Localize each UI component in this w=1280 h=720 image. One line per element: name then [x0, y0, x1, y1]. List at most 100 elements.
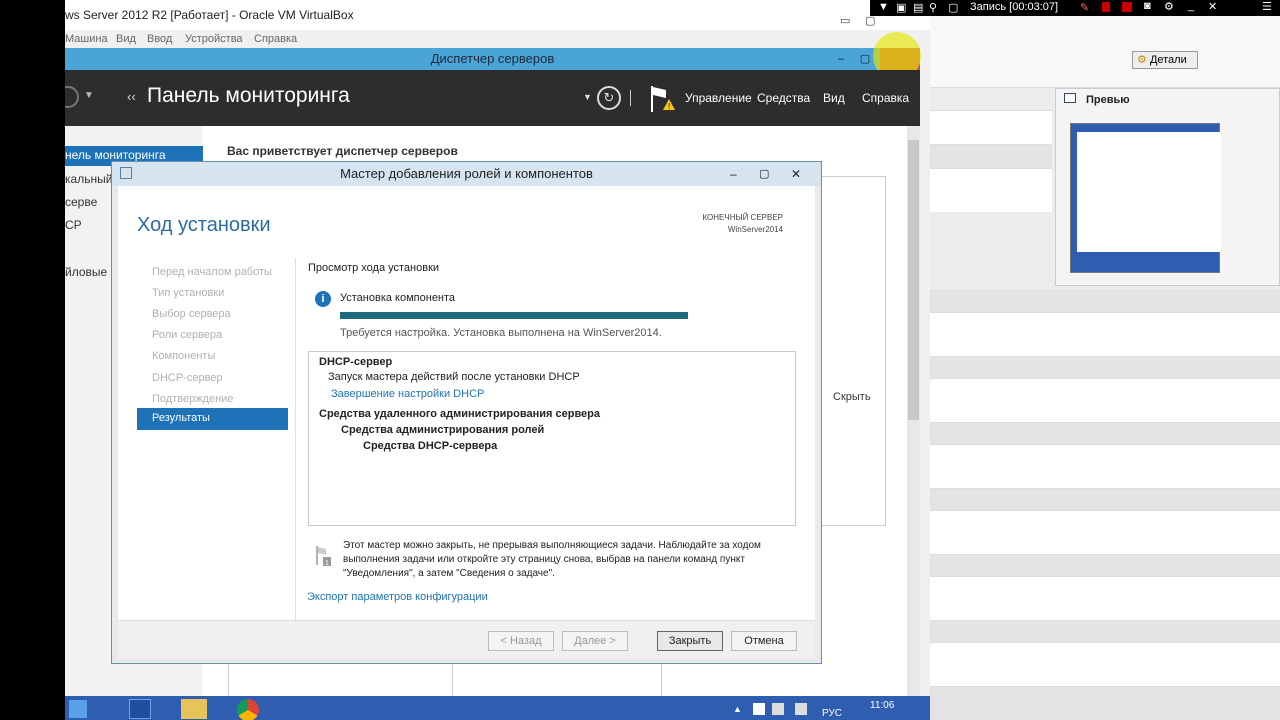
- preview-icon: [1064, 93, 1076, 103]
- step-server-roles[interactable]: Роли сервера: [152, 329, 222, 341]
- zoom-icon[interactable]: ⚲: [929, 1, 937, 14]
- welcome-text: Вас приветствует диспетчер серверов: [227, 144, 458, 158]
- destination-server: КОНЕЧНЫЙ СЕРВЕР WinServer2014: [702, 212, 783, 236]
- next-button[interactable]: Далее >: [562, 631, 628, 651]
- notifications-flag-icon[interactable]: !: [650, 84, 676, 114]
- list-item: [930, 312, 1280, 356]
- sm-minimize-button[interactable]: –: [833, 51, 849, 67]
- chrome-icon[interactable]: [237, 699, 259, 720]
- list-item: [930, 488, 1280, 510]
- wizard-title-bar: Мастер добавления ролей и компонентов – …: [112, 162, 821, 186]
- menu-tools[interactable]: Средства: [757, 91, 810, 105]
- progress-bar: [340, 312, 688, 319]
- menu-sm-view[interactable]: Вид: [823, 91, 845, 105]
- results-list: DHCP-сервер Запуск мастера действий посл…: [308, 351, 796, 526]
- clock[interactable]: 11:06: [870, 700, 894, 711]
- menu-sm-help[interactable]: Справка: [862, 91, 909, 105]
- menu-help[interactable]: Справка: [254, 33, 297, 45]
- taskbar: ▲ РУС 11:06: [65, 696, 930, 720]
- menu-view[interactable]: Вид: [116, 33, 136, 45]
- refresh-icon[interactable]: ↻: [597, 86, 621, 110]
- back-button[interactable]: < Назад: [488, 631, 554, 651]
- list-item: [930, 378, 1280, 422]
- wizard-heading: Ход установки: [137, 214, 271, 236]
- export-config-link[interactable]: Экспорт параметров конфигурации: [307, 591, 488, 603]
- explorer-icon[interactable]: [181, 699, 207, 719]
- camera-icon[interactable]: ◙: [1144, 0, 1151, 12]
- menu-manage[interactable]: Управление: [685, 91, 752, 105]
- thumbnail-window: [1077, 132, 1221, 252]
- result-rsat: Средства удаленного администрирования се…: [319, 408, 601, 420]
- layout-icon[interactable]: ▤: [913, 1, 923, 14]
- sidebar-item-all-servers[interactable]: серве: [65, 195, 97, 209]
- preview-label: Превью: [1086, 94, 1130, 106]
- sm-maximize-button[interactable]: ▢: [857, 51, 873, 67]
- tray-arrow-icon[interactable]: ▲: [733, 704, 742, 714]
- destination-name: WinServer2014: [727, 225, 783, 234]
- notification-flag-icon: 1: [315, 545, 331, 567]
- cancel-button[interactable]: Отмена: [731, 631, 797, 651]
- step-installation-type[interactable]: Тип установки: [152, 287, 224, 299]
- stop-icon[interactable]: [1122, 2, 1132, 12]
- tray-flag-icon[interactable]: [753, 703, 765, 715]
- settings-icon[interactable]: ⚙: [1164, 0, 1174, 13]
- dropdown-icon[interactable]: ▼: [878, 1, 889, 13]
- wizard-close-button[interactable]: ✕: [791, 162, 801, 186]
- progress-fill: [340, 312, 688, 319]
- menu-machine[interactable]: Машина: [65, 33, 108, 45]
- details-button[interactable]: ⚙ Детали: [1132, 51, 1198, 69]
- divider: [630, 90, 631, 106]
- sidebar-item-dhcp[interactable]: CP: [65, 218, 82, 232]
- wizard-app-icon: [120, 167, 132, 179]
- virtualbox-menu-bar: Машина Вид Ввод Устройства Справка: [65, 30, 930, 48]
- hide-link[interactable]: Скрыть: [833, 391, 871, 403]
- sidebar-item-local[interactable]: кальный: [65, 172, 112, 186]
- close-icon[interactable]: ✕: [1208, 0, 1217, 13]
- note-line: "Уведомления", а затем "Сведения о задач…: [343, 568, 555, 579]
- start-icon[interactable]: [69, 700, 87, 718]
- svg-text:1: 1: [325, 560, 329, 567]
- list-item: [930, 510, 1280, 554]
- virtualbox-window: ws Server 2012 R2 [Работает] - Oracle VM…: [65, 0, 930, 720]
- pen-icon[interactable]: ✎: [1080, 1, 1089, 14]
- wizard-title: Мастер добавления ролей и компонентов: [340, 166, 593, 181]
- minimize-icon[interactable]: _: [1188, 0, 1194, 12]
- language-indicator[interactable]: РУС: [822, 708, 842, 719]
- list-item: [930, 576, 1280, 620]
- window-icon[interactable]: ▣: [896, 1, 906, 14]
- server-manager-title: Диспетчер серверов: [430, 51, 555, 66]
- destination-label: КОНЕЧНЫЙ СЕРВЕР: [702, 213, 783, 222]
- vertical-scrollbar[interactable]: [907, 126, 920, 696]
- menu-icon[interactable]: ☰: [1262, 0, 1272, 13]
- menu-input[interactable]: Ввод: [147, 33, 172, 45]
- sidebar-item-file-services[interactable]: йловые с: [65, 265, 117, 279]
- step-confirmation[interactable]: Подтверждение: [152, 393, 233, 405]
- virtualbox-title-bar: ws Server 2012 R2 [Работает] - Oracle VM…: [65, 0, 930, 30]
- view-progress-label: Просмотр хода установки: [308, 262, 440, 274]
- back-circle-icon[interactable]: [65, 86, 79, 108]
- step-dhcp-server[interactable]: DHCP-сервер: [152, 372, 223, 384]
- wizard-maximize-button[interactable]: ▢: [759, 162, 769, 186]
- refresh-dropdown-icon[interactable]: ▼: [583, 92, 592, 102]
- dropdown-arrow-icon[interactable]: ▼: [84, 90, 94, 101]
- step-server-selection[interactable]: Выбор сервера: [152, 308, 231, 320]
- powershell-icon[interactable]: [129, 699, 151, 719]
- list-item: [930, 554, 1280, 576]
- tray-network-icon[interactable]: [772, 703, 784, 715]
- tray-volume-icon[interactable]: [795, 703, 807, 715]
- menu-devices[interactable]: Устройства: [185, 33, 243, 45]
- list-item: [930, 444, 1280, 488]
- fullscreen-icon[interactable]: ▢: [948, 1, 958, 14]
- add-roles-wizard: Мастер добавления ролей и компонентов – …: [111, 161, 822, 664]
- result-dhcp-sub: Запуск мастера действий после установки …: [328, 371, 580, 383]
- close-button[interactable]: Закрыть: [657, 631, 723, 651]
- pause-icon[interactable]: [1102, 2, 1110, 12]
- step-features[interactable]: Компоненты: [152, 350, 215, 362]
- step-results[interactable]: Результаты: [137, 408, 288, 430]
- complete-dhcp-config-link[interactable]: Завершение настройки DHCP: [331, 388, 484, 400]
- step-before-you-begin[interactable]: Перед началом работы: [152, 266, 272, 278]
- wizard-minimize-button[interactable]: –: [730, 162, 737, 186]
- list-item: [930, 168, 1052, 212]
- list-item: [930, 422, 1280, 444]
- scrollbar-thumb[interactable]: [908, 140, 919, 420]
